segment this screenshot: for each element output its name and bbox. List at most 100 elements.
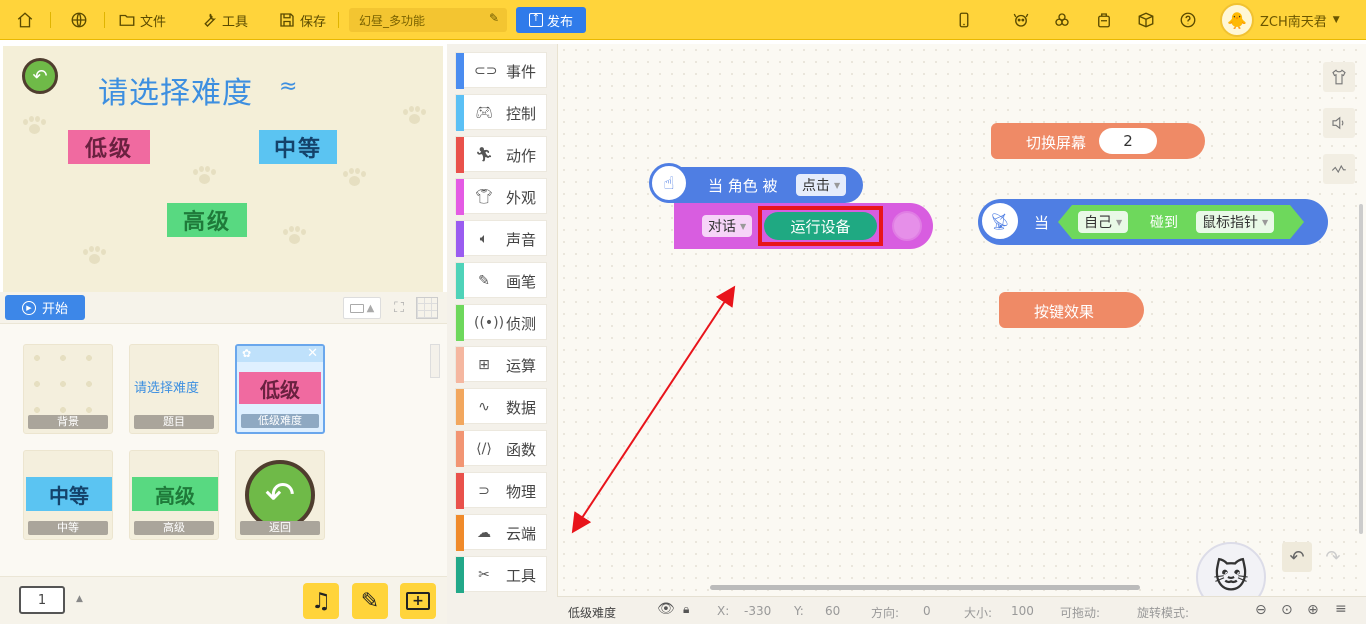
size-value: 100 [1011,604,1034,618]
save-icon [280,13,294,27]
stage-level-high[interactable]: 高级 [167,203,247,237]
satellite-icon: 📡︎ [979,200,1021,242]
zoom-in-icon[interactable]: ⊕ [1307,602,1319,618]
eye-icon[interactable]: 👁︎ [657,601,675,617]
running-icon: 🏃︎ [475,147,493,163]
sprite-thumbnail: 高级 [132,477,218,511]
sprite-status-bar: 低级难度 👁︎ 🔒︎ X: -330 Y: 60 方向: 0 大小: 100 可… [557,596,1366,624]
category-motion[interactable]: 🏃︎ 动作 [455,136,547,173]
direction-label: 方向: [871,606,900,620]
y-value: 60 [825,604,841,618]
caret-down-icon: ▼ [834,180,841,190]
when-touching-block[interactable]: 📡︎ 当 自己 ▼ 碰到 鼠标指针 ▼ [978,199,1328,245]
mascot-icon[interactable] [1012,0,1030,40]
sound-button[interactable] [1323,108,1355,138]
y-label: Y: [794,604,804,618]
category-cloud[interactable]: ☁︎ 云端 [455,514,547,551]
sprite-card[interactable]: 高级 高级 [129,450,219,540]
lock-icon[interactable]: 🔒︎ [683,602,689,617]
category-data[interactable]: ∿ 数据 [455,388,547,425]
file-menu[interactable]: 文件 [118,0,166,40]
page-selector[interactable]: 1 [19,586,65,614]
music-button[interactable]: ♫ [303,583,339,619]
project-name-field[interactable]: 幻昼_多功能 ✎ [349,8,507,32]
zoom-reset-icon[interactable]: ⊙ [1281,602,1293,618]
sprite-card-selected[interactable]: ✿ ✕ 低级 低级难度 [235,344,325,434]
zoom-out-icon[interactable]: ⊖ [1255,602,1267,618]
publish-button[interactable]: ↑ 发布 [516,7,586,33]
stage-canvas[interactable]: ↶ 请选择难度 ≈ 低级 中等 高级 [3,46,443,292]
back-arrow-icon[interactable]: ↶ [22,58,58,94]
user-menu[interactable]: 🐥 ZCH南天君 ▼ [1220,0,1340,40]
category-functions[interactable]: ⟨/⟩ 函数 [455,430,547,467]
draggable-label: 可拖动: [1060,606,1101,620]
globe-icon[interactable] [70,0,88,40]
phone-icon[interactable] [955,0,973,40]
vertical-scrollbar[interactable] [1359,204,1363,534]
category-pen[interactable]: ✎ 画笔 [455,262,547,299]
switch-screen-block[interactable]: 切换屏幕 2 [991,123,1205,159]
menu-icon[interactable]: ≡ [1335,601,1347,617]
undo-icon[interactable]: ↶ [1282,542,1312,572]
category-sound[interactable]: 🔈︎ 声音 [455,220,547,257]
category-tools[interactable]: ✂︎ 工具 [455,556,547,593]
caret-up-icon[interactable]: ▲ [76,594,83,604]
category-control[interactable]: 🎮︎ 控制 [455,94,547,131]
data-button[interactable] [1323,154,1355,184]
fullscreen-icon[interactable]: ⛶ [389,297,409,319]
home-icon[interactable] [16,0,34,40]
mouse-pointer-dropdown[interactable]: 鼠标指针 ▼ [1196,211,1275,233]
start-label: 开始 [41,302,68,317]
code-workspace[interactable]: ☝︎ 当 角色 被 点击 ▼ 对话 ▼ 运行设备 切换屏幕 2 📡︎ 当 自己 ▼ 碰… [557,44,1366,612]
panel-resize-handle[interactable] [430,344,440,378]
top-toolbar: 文件 工具 保存 幻昼_多功能 ✎ ↑ 发布 🐥 ZCH南天君 ▼ [0,0,1366,40]
backpack-icon[interactable] [1095,0,1113,40]
sprite-card[interactable]: 请选择难度 题目 [129,344,219,434]
run-device-pill[interactable]: 运行设备 [764,212,877,240]
category-events[interactable]: ⊂⊃ 事件 [455,52,547,89]
sprite-label: 高级 [134,521,214,535]
sprite-thumbnail: 中等 [26,477,112,511]
screen-size-select[interactable]: ▲ [343,297,381,319]
sprite-label: 题目 [134,415,214,429]
gear-icon[interactable]: ✿ [242,347,251,360]
redo-icon[interactable]: ↷ [1318,542,1348,572]
shirt-icon: 👕︎ [475,189,493,205]
tools-icon: ✂︎ [478,567,490,583]
close-icon[interactable]: ✕ [307,346,318,361]
tools-menu[interactable]: 工具 [200,0,248,40]
start-button[interactable]: ▶ 开始 [5,295,85,320]
username: ZCH南天君 [1260,14,1327,30]
costume-button[interactable] [1323,62,1355,92]
screen-number-input[interactable]: 2 [1099,128,1157,154]
button-effect-block[interactable]: 按键效果 [999,292,1144,328]
save-label: 保存 [300,14,327,30]
self-dropdown[interactable]: 自己 ▼ [1078,211,1129,233]
stage-level-mid[interactable]: 中等 [259,130,337,164]
sprite-card[interactable]: ↶ 返回 [235,450,325,540]
hexagons-icon[interactable] [1053,0,1071,40]
project-name: 幻昼_多功能 [359,14,426,28]
category-physics[interactable]: ⊃ 物理 [455,472,547,509]
category-looks[interactable]: 👕︎ 外观 [455,178,547,215]
grid-icon[interactable] [416,297,438,319]
publish-label: 发布 [546,14,573,30]
sprite-card[interactable]: 中等 中等 [23,450,113,540]
play-icon: ▶ [21,300,36,315]
box-icon[interactable] [1137,0,1155,40]
category-sensing[interactable]: ((•)) 侦测 [455,304,547,341]
paint-button[interactable]: ✎ [352,583,388,619]
help-icon[interactable] [1179,0,1197,40]
stage-toolbar: ▶ 开始 ▲ ⛶ [0,292,447,324]
screen-icon [349,303,364,313]
click-event-dropdown[interactable]: 点击 ▼ [796,174,847,196]
add-folder-button[interactable]: + [400,583,436,619]
sprite-card[interactable]: 背景 [23,344,113,434]
highlight-box: 运行设备 [758,206,883,246]
save-button[interactable]: 保存 [278,0,326,40]
rotation-mode-label: 旋转模式: [1137,606,1190,620]
category-operators[interactable]: ⊞ 运算 [455,346,547,383]
horizontal-scrollbar[interactable] [710,585,1140,590]
direction-value: 0 [923,604,931,618]
stage-level-low[interactable]: 低级 [68,130,150,164]
